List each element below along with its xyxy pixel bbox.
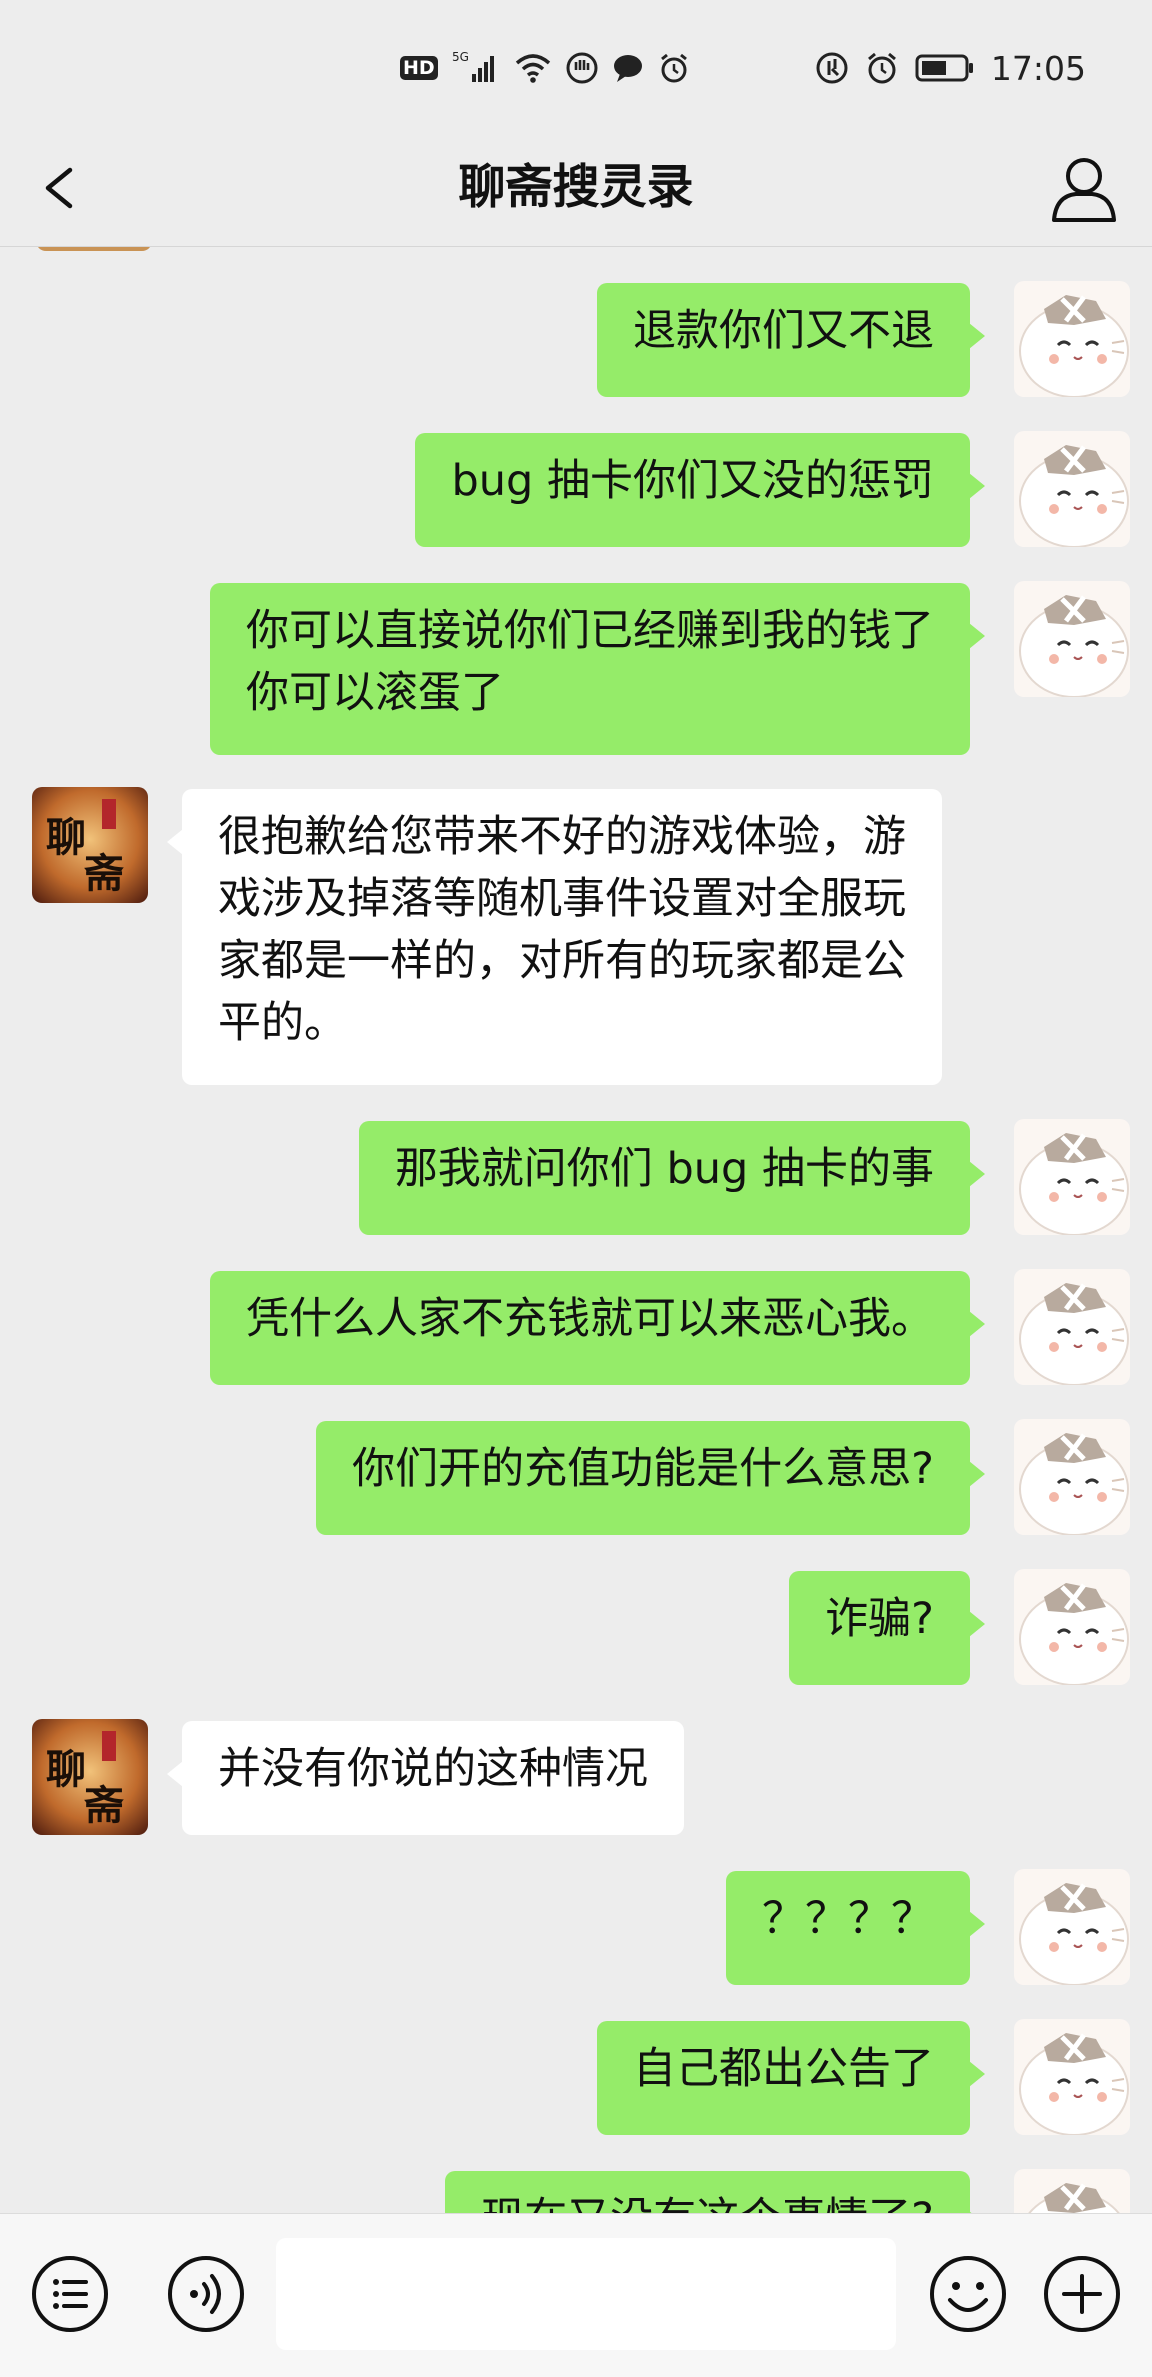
person-icon xyxy=(1052,158,1116,222)
svg-text:聊: 聊 xyxy=(46,814,86,861)
game-logo-image: 聊斋 xyxy=(32,787,148,903)
clock-time: 17:05 xyxy=(990,48,1086,88)
message-bubble[interactable]: 并没有你说的这种情况 xyxy=(167,1721,684,1835)
message-row: 退款你们又不退 xyxy=(0,281,1152,401)
message-bubble[interactable]: bug 抽卡你们又没的惩罚 xyxy=(415,433,985,547)
power-saving-icon xyxy=(815,51,849,85)
message-bubble[interactable]: 很抱歉给您带来不好的游戏体验，游 戏涉及掉落等随机事件设置对全服玩 家都是一样的… xyxy=(167,789,942,1085)
avatar[interactable] xyxy=(1014,581,1130,697)
battery-icon xyxy=(915,53,975,83)
avatar[interactable] xyxy=(1014,1119,1130,1235)
message-row: 聊斋 并没有你说的这种情况 xyxy=(0,1719,1152,1839)
message-bubble[interactable]: 那我就问你们 bug 抽卡的事 xyxy=(358,1121,986,1235)
message-row: 诈骗? xyxy=(0,1569,1152,1689)
avatar[interactable] xyxy=(1014,2019,1130,2135)
wifi-icon xyxy=(514,52,552,84)
status-icons-left: HD 5G xyxy=(400,48,690,88)
message-row: 聊斋 很抱歉给您带来不好的游戏体验，游 戏涉及掉落等随机事件设置对全服玩 家都是… xyxy=(0,787,1152,1087)
message-row: 现在又没有这个事情了? xyxy=(0,2169,1152,2213)
status-bar: HD 5G 17:05 xyxy=(0,0,1152,130)
avatar[interactable] xyxy=(1014,431,1130,547)
emoji-icon xyxy=(930,2256,1006,2332)
avatar[interactable] xyxy=(1014,281,1130,397)
avatar[interactable]: 聊斋 xyxy=(32,787,148,903)
avatar[interactable] xyxy=(1014,1419,1130,1535)
cat-avatar-image xyxy=(1014,1569,1130,1685)
message-row: 你可以直接说你们已经赚到我的钱了 你可以滚蛋了 xyxy=(0,581,1152,761)
message-bubble-icon xyxy=(612,52,644,84)
svg-text:聊: 聊 xyxy=(46,1746,86,1793)
message-row: bug 抽卡你们又没的惩罚 xyxy=(0,431,1152,551)
hand-icon xyxy=(566,52,598,84)
avatar[interactable] xyxy=(1014,1869,1130,1985)
avatar[interactable]: 聊斋 xyxy=(32,1719,148,1835)
avatar[interactable] xyxy=(1014,2169,1130,2213)
signal-icon: 5G xyxy=(452,50,500,86)
emoji-button[interactable] xyxy=(926,2252,1010,2336)
message-bubble[interactable]: ？？？？ xyxy=(726,1871,985,1985)
message-row: 那我就问你们 bug 抽卡的事 xyxy=(0,1119,1152,1239)
message-bubble[interactable]: 你可以直接说你们已经赚到我的钱了 你可以滚蛋了 xyxy=(210,583,985,755)
chat-header: 聊斋搜灵录 xyxy=(0,130,1152,247)
avatar xyxy=(36,247,152,251)
game-logo-image: 聊斋 xyxy=(32,1719,148,1835)
message-row: 凭什么人家不充钱就可以来恶心我。 xyxy=(0,1269,1152,1389)
cat-avatar-image xyxy=(1014,2169,1130,2213)
menu-button[interactable] xyxy=(28,2252,112,2336)
message-row: ？？？？ xyxy=(0,1869,1152,1989)
hd-badge: HD xyxy=(400,56,438,80)
svg-text:5G: 5G xyxy=(452,50,469,64)
plus-circle-icon xyxy=(1044,2256,1120,2332)
input-bar xyxy=(0,2213,1152,2377)
profile-button[interactable] xyxy=(1046,148,1122,228)
message-bubble[interactable]: 诈骗? xyxy=(789,1571,985,1685)
cat-avatar-image xyxy=(1014,2019,1130,2135)
chat-title: 聊斋搜灵录 xyxy=(458,160,694,215)
message-bubble[interactable]: 现在又没有这个事情了? xyxy=(445,2171,985,2213)
alarm-clock-icon xyxy=(865,51,899,85)
message-row: 你们开的充值功能是什么意思? xyxy=(0,1419,1152,1539)
avatar[interactable] xyxy=(1014,1569,1130,1685)
cat-avatar-image xyxy=(1014,1869,1130,1985)
add-button[interactable] xyxy=(1040,2252,1124,2336)
message-input[interactable] xyxy=(276,2238,896,2350)
avatar[interactable] xyxy=(1014,1269,1130,1385)
cat-avatar-image xyxy=(1014,1119,1130,1235)
status-icons-right: 17:05 xyxy=(815,48,1086,88)
svg-text:斋: 斋 xyxy=(84,850,124,897)
message-bubble[interactable]: 凭什么人家不充钱就可以来恶心我。 xyxy=(210,1271,985,1385)
alarm-icon xyxy=(658,52,690,84)
message-bubble[interactable]: 你们开的充值功能是什么意思? xyxy=(316,1421,985,1535)
message-bubble[interactable]: 退款你们又不退 xyxy=(597,283,985,397)
voice-icon xyxy=(168,2256,244,2332)
cat-avatar-image xyxy=(1014,581,1130,697)
svg-text:斋: 斋 xyxy=(84,1782,124,1829)
cat-avatar-image xyxy=(1014,1269,1130,1385)
list-menu-icon xyxy=(32,2256,108,2332)
message-bubble[interactable]: 自己都出公告了 xyxy=(597,2021,985,2135)
message-row: 自己都出公告了 xyxy=(0,2019,1152,2139)
cat-avatar-image xyxy=(1014,1419,1130,1535)
voice-button[interactable] xyxy=(164,2252,248,2336)
cat-avatar-image xyxy=(1014,281,1130,397)
chat-message-list[interactable]: 退款你们又不退 bug 抽卡你们又没的惩罚 你可以直接说你们已经赚到我的钱了 你… xyxy=(0,247,1152,2213)
cat-avatar-image xyxy=(1014,431,1130,547)
